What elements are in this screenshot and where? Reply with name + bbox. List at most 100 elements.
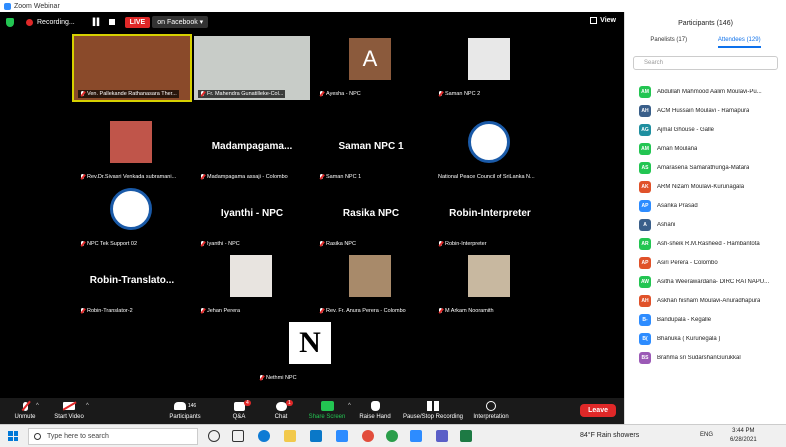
attendee-row[interactable]: AP Asanka Prasad [625,196,786,215]
unmute-button[interactable]: Unmute [0,400,50,420]
participant-label-text: Rev.Dr.Sivasri Venkada subramani... [87,174,177,180]
chat-icon [275,401,287,411]
participant-label-text: Ven. Pallekande Rathanasara Ther... [87,91,177,97]
mic-muted-icon [80,174,85,180]
attendee-row[interactable]: AS Amarasena Samarathunga-Matara [625,158,786,177]
participants-tabs: Panelists (17) Attendees (129) [625,37,786,48]
clock-date: 6/28/2021 [730,437,757,443]
attendee-row[interactable]: AG Ajmal Ghouse - Galle [625,120,786,139]
clock-time: 3:44 PM [732,428,755,434]
participant-tile[interactable]: Saman NPC 1 Saman NPC 1 [313,119,429,183]
participant-tile[interactable]: Ven. Pallekande Rathanasara Ther... [72,34,192,102]
language-indicator[interactable]: ENG [700,432,713,438]
excel-icon[interactable] [460,430,472,442]
pause-recording-label: Pause/Stop Recording [402,414,464,420]
participant-tile[interactable]: Rasika NPC Rasika NPC [313,186,429,250]
view-button[interactable]: View [590,17,616,24]
share-screen-button[interactable]: Share Screen [300,400,354,420]
mic-muted-icon [319,174,324,180]
attendee-avatar: AW [639,275,651,288]
attendee-row[interactable]: A Ashani [625,215,786,234]
participant-tile[interactable]: Saman NPC 2 [432,36,548,100]
cortana-icon[interactable] [208,430,220,442]
attendee-row[interactable]: AR Ash-sheik R.M.Rasheed - Hambantota [625,234,786,253]
attendee-row[interactable]: AK ARM Nizam Moulavi-Kurunagala [625,177,786,196]
stop-recording-icon[interactable] [108,19,115,25]
participant-tile[interactable]: A Ayesha - NPC [313,36,429,100]
attendee-avatar: AK [639,180,651,193]
chrome-icon[interactable] [386,430,398,442]
participant-label: Rev.Dr.Sivasri Venkada subramani... [78,173,179,181]
app-icon-red[interactable] [362,430,374,442]
participants-search-input[interactable]: Search [633,56,778,70]
participant-photo [349,255,391,297]
participant-tile[interactable]: Madampagama... Madampagama assaji - Colom… [194,119,310,183]
participant-tile[interactable]: Fr. Mahendra Gunatilleke-Col... [194,36,310,100]
participant-label-text: NPC Tek Support 02 [87,241,138,247]
participant-label: Robin-Translator-2 [78,307,135,315]
participant-tile[interactable]: Rev. Fr. Anura Perera - Colombo [313,253,429,317]
tab-panelists[interactable]: Panelists (17) [650,37,687,48]
taskbar-clock[interactable]: 3:44 PM 6/28/2021 [730,427,757,445]
attendee-row[interactable]: AH ACM Hussain Moulavi - Ramapura [625,101,786,120]
teams-icon[interactable] [436,430,448,442]
attendee-row[interactable]: AH Askhan hisham Moulavi-Anuradhapura [625,291,786,310]
attendee-avatar: AM [639,85,651,98]
participant-tile[interactable]: National Peace Council of SriLanka N... [432,119,548,183]
pause-recording-icon[interactable]: ▌▌ [93,19,102,26]
participant-label-text: Rasika NPC [326,241,356,247]
meeting-topbar: Recording... ▌▌ LIVE on Facebook ▾ View [0,12,624,32]
start-video-label: Start Video [54,414,84,420]
attendee-row[interactable]: B- Bandupala - Kegalle [625,310,786,329]
attendee-row[interactable]: AP Asiri Perera - Colombo [625,253,786,272]
task-view-icon[interactable] [232,430,244,442]
audio-options-caret-icon[interactable]: ^ [36,403,39,409]
shield-icon[interactable] [6,17,14,27]
attendee-row[interactable]: AM Aman Moulana [625,139,786,158]
participants-panel: Participants (146) Panelists (17) Attend… [624,12,786,424]
leave-button[interactable]: Leave [580,404,616,417]
qa-badge: 4 [244,400,251,406]
taskbar-search-input[interactable]: Type here to search [28,428,198,445]
participant-tile[interactable]: Jehan Perera [194,253,310,317]
attendee-avatar: B( [639,332,651,345]
attendee-row[interactable]: AM Abdullah Mahmood Aalim Moulavi-Pu... [625,82,786,101]
participant-tile[interactable]: Robin-Translato... Robin-Translator-2 [74,253,190,317]
mic-muted-icon [200,174,205,180]
participant-tile[interactable]: NPC Tek Support 02 [74,186,190,250]
unmute-label: Unmute [14,414,36,420]
live-platform-button[interactable]: on Facebook ▾ [152,16,209,28]
attendee-avatar: AS [639,161,651,174]
mic-muted-icon [438,91,443,97]
participant-tile[interactable]: Iyanthi - NPC Iyanthi - NPC [194,186,310,250]
participants-button[interactable]: 146 Participants [160,400,210,420]
file-explorer-icon[interactable] [284,430,296,442]
participant-tile[interactable]: N Nethmi NPC [253,320,369,384]
mic-muted-icon [22,401,28,411]
pause-stop-recording-button[interactable]: Pause/Stop Recording [398,400,468,420]
attendee-row[interactable]: BS Brahma sri SudarshanGurukkal [625,348,786,367]
participant-name-display: Robin-Translato... [89,275,175,286]
participant-label-text: Ayesha - NPC [326,91,361,97]
participant-tile[interactable]: Rev.Dr.Sivasri Venkada subramani... [74,119,190,183]
participant-tile[interactable]: M Arkam Nooramith [432,253,548,317]
store-icon[interactable] [310,430,322,442]
edge-icon[interactable] [258,430,270,442]
participant-label-text: Saman NPC 2 [445,91,481,97]
raise-hand-button[interactable]: Raise Hand [350,400,400,420]
tab-attendees[interactable]: Attendees (129) [717,37,761,48]
zoom-taskbar-icon[interactable] [336,430,348,442]
video-options-caret-icon[interactable]: ^ [86,403,89,409]
attendee-name: Bhanuka ( Kurunegala ) [657,335,721,342]
zoom-meetings-icon[interactable] [410,430,422,442]
mic-muted-icon [319,91,324,97]
windows-start-icon[interactable] [8,431,18,441]
live-button[interactable]: LIVE [124,16,151,28]
participant-label: Nethmi NPC [257,374,299,382]
chat-button[interactable]: 1 Chat [256,400,306,420]
interpretation-button[interactable]: Interpretation [466,400,516,420]
participant-tile[interactable]: Robin-Interpreter Robin-Interpreter [432,186,548,250]
attendee-row[interactable]: B( Bhanuka ( Kurunegala ) [625,329,786,348]
weather-widget[interactable]: 84°F Rain showers [580,432,639,439]
attendee-row[interactable]: AW Asitha Weerawardana- DIRC RATNAPU... [625,272,786,291]
